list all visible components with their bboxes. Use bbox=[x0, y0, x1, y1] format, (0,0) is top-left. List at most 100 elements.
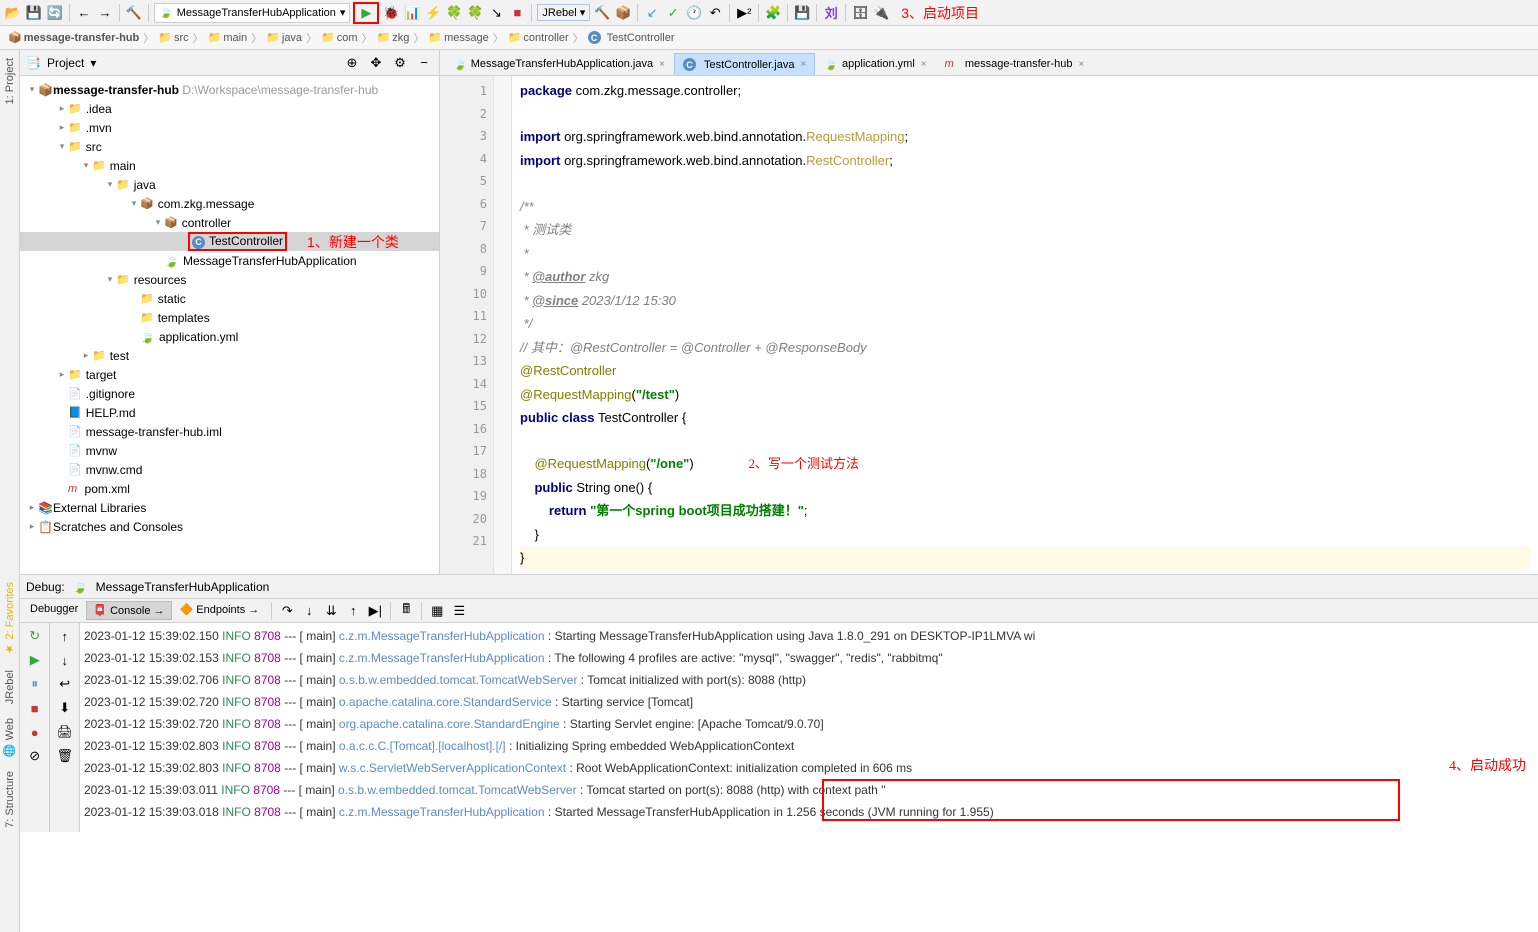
profile-icon[interactable]: ⚡ bbox=[424, 4, 442, 22]
tree-item[interactable]: 📄message-transfer-hub.iml bbox=[20, 422, 439, 441]
print-icon[interactable]: 🖨 bbox=[56, 723, 74, 741]
endpoints-tab[interactable]: 🔶 Endpoints → bbox=[174, 601, 266, 620]
attach-icon[interactable]: ↘ bbox=[487, 4, 505, 22]
settings-icon[interactable]: ☰ bbox=[450, 602, 468, 620]
forward-icon[interactable]: → bbox=[96, 4, 114, 22]
tab-app[interactable]: 🍃MessageTransferHubApplication.java× bbox=[444, 53, 674, 75]
tree-item-testcontroller[interactable]: CTestController1、新建一个类 bbox=[20, 232, 439, 251]
web-tool-label[interactable]: 🌐 Web bbox=[3, 718, 16, 757]
tree-item[interactable]: 📄mvnw.cmd bbox=[20, 460, 439, 479]
code-editor[interactable]: 123456789101112131415161718192021 packag… bbox=[440, 76, 1538, 574]
debug-icon[interactable]: 🐞 bbox=[382, 4, 400, 22]
breadcrumb-main[interactable]: 📁 main bbox=[208, 31, 248, 44]
breakpoints-icon[interactable]: ● bbox=[26, 723, 44, 741]
wrap-icon[interactable]: ↩ bbox=[56, 675, 74, 693]
run-config-selector[interactable]: 🍃MessageTransferHubApplication▾ bbox=[154, 3, 350, 23]
vcs-update-icon[interactable]: ↙ bbox=[643, 4, 661, 22]
jrebel-run-icon[interactable]: 🍀 bbox=[445, 4, 463, 22]
force-step-icon[interactable]: ⇊ bbox=[322, 602, 340, 620]
tree-item[interactable]: 📁templates bbox=[20, 308, 439, 327]
console-output[interactable]: 4、启动成功 2023-01-12 15:39:02.150 INFO 8708… bbox=[80, 623, 1538, 832]
step-over-icon[interactable]: ↷ bbox=[278, 602, 296, 620]
layout-icon[interactable]: ▦ bbox=[428, 602, 446, 620]
structure-tool-label[interactable]: 7: Structure bbox=[4, 771, 16, 828]
project-select-icon[interactable]: ✥ bbox=[367, 54, 385, 72]
breadcrumb-src[interactable]: 📁 src bbox=[158, 31, 188, 44]
step-out-icon[interactable]: ↑ bbox=[344, 602, 362, 620]
jrebel-selector[interactable]: JRebel ▾ bbox=[537, 4, 590, 21]
breadcrumb-class[interactable]: C TestController bbox=[588, 31, 675, 44]
tree-item[interactable]: ▾📁java bbox=[20, 175, 439, 194]
tree-item[interactable]: 📘HELP.md bbox=[20, 403, 439, 422]
clear-icon[interactable]: 🗑 bbox=[56, 747, 74, 765]
tree-item[interactable]: ▾📦controller bbox=[20, 213, 439, 232]
console-tab[interactable]: 📮 Console → bbox=[86, 601, 171, 620]
tree-item[interactable]: 📁static bbox=[20, 289, 439, 308]
project-settings-icon[interactable]: ⊕ bbox=[343, 54, 361, 72]
tree-item[interactable]: 📄mvnw bbox=[20, 441, 439, 460]
project-hide-icon[interactable]: − bbox=[415, 54, 433, 72]
tab-testcontroller[interactable]: CTestController.java× bbox=[674, 53, 815, 75]
breadcrumb-controller[interactable]: 📁 controller bbox=[508, 31, 569, 44]
close-icon[interactable]: × bbox=[1078, 59, 1084, 70]
close-icon[interactable]: × bbox=[921, 59, 927, 70]
close-icon[interactable]: × bbox=[659, 59, 665, 70]
tree-item[interactable]: ▸📁.idea bbox=[20, 99, 439, 118]
build-icon[interactable]: 🔨 bbox=[125, 4, 143, 22]
tree-item[interactable]: ▾📦com.zkg.message bbox=[20, 194, 439, 213]
mute-icon[interactable]: ⊘ bbox=[26, 747, 44, 765]
component-icon[interactable]: 🧩 bbox=[764, 4, 782, 22]
project-gear-icon[interactable]: ⚙ bbox=[391, 54, 409, 72]
run-button[interactable]: ▶ bbox=[353, 2, 379, 24]
tree-item[interactable]: ▾📁resources bbox=[20, 270, 439, 289]
pause-icon[interactable]: ⏸ bbox=[26, 675, 44, 693]
tab-yml[interactable]: 🍃application.yml× bbox=[815, 53, 935, 75]
tree-item[interactable]: ▸📚 External Libraries bbox=[20, 498, 439, 517]
resume-icon[interactable]: ▶ bbox=[26, 651, 44, 669]
db-icon[interactable]: 🗄 bbox=[851, 4, 869, 22]
debugger-tab[interactable]: Debugger bbox=[24, 601, 84, 620]
breadcrumb-message[interactable]: 📁 message bbox=[428, 31, 488, 44]
open-icon[interactable]: 📂 bbox=[4, 4, 22, 22]
tree-item[interactable]: 🍃application.yml bbox=[20, 327, 439, 346]
tree-item[interactable]: 🍃MessageTransferHubApplication bbox=[20, 251, 439, 270]
stop-icon[interactable]: ■ bbox=[508, 4, 526, 22]
up-icon[interactable]: ↑ bbox=[56, 627, 74, 645]
project-tool-label[interactable]: 1: Project bbox=[4, 58, 16, 104]
refresh-icon[interactable]: 🔄 bbox=[46, 4, 64, 22]
jrebel-logo-icon[interactable]: 刘 bbox=[822, 4, 840, 22]
plugin-icon[interactable]: 🔌 bbox=[872, 4, 890, 22]
vcs-history-icon[interactable]: 🕐 bbox=[685, 4, 703, 22]
vcs-commit-icon[interactable]: ✓ bbox=[664, 4, 682, 22]
debug-config-name[interactable]: MessageTransferHubApplication bbox=[96, 580, 270, 594]
tree-item[interactable]: ▸📁test bbox=[20, 346, 439, 365]
jrebel-tool-label[interactable]: JRebel bbox=[4, 670, 16, 704]
scroll-icon[interactable]: ⬇ bbox=[56, 699, 74, 717]
breadcrumb-root[interactable]: 📦 message-transfer-hub bbox=[8, 31, 139, 44]
coverage-icon[interactable]: 📊 bbox=[403, 4, 421, 22]
tree-item[interactable]: ▾📁src bbox=[20, 137, 439, 156]
breadcrumb-com[interactable]: 📁 com bbox=[321, 31, 357, 44]
favorites-tool-label[interactable]: ★ 2: Favorites bbox=[3, 582, 16, 656]
run-cursor-icon[interactable]: ▶| bbox=[366, 602, 384, 620]
evaluate-icon[interactable]: 🖩 bbox=[397, 602, 415, 620]
tree-item[interactable]: ▸📁.mvn bbox=[20, 118, 439, 137]
tree-item[interactable]: ▸📁target bbox=[20, 365, 439, 384]
save-icon[interactable]: 💾 bbox=[25, 4, 43, 22]
tree-item[interactable]: ▸📋 Scratches and Consoles bbox=[20, 517, 439, 536]
tree-item[interactable]: m pom.xml bbox=[20, 479, 439, 498]
code-content[interactable]: package com.zkg.message.controller; impo… bbox=[512, 76, 1538, 574]
tree-item[interactable]: ▾📁main bbox=[20, 156, 439, 175]
run-anything-icon[interactable]: ▶² bbox=[735, 4, 753, 22]
down-icon[interactable]: ↓ bbox=[56, 651, 74, 669]
tree-item[interactable]: 📄.gitignore bbox=[20, 384, 439, 403]
step-into-icon[interactable]: ↓ bbox=[300, 602, 318, 620]
jrebel-debug-icon[interactable]: 🍀 bbox=[466, 4, 484, 22]
breadcrumb-zkg[interactable]: 📁 zkg bbox=[377, 31, 410, 44]
close-icon[interactable]: × bbox=[800, 59, 806, 70]
back-icon[interactable]: ← bbox=[75, 4, 93, 22]
stop-icon[interactable]: ■ bbox=[26, 699, 44, 717]
breadcrumb-java[interactable]: 📁 java bbox=[266, 31, 302, 44]
jrebel-app-icon[interactable]: 📦 bbox=[614, 4, 632, 22]
mem-icon[interactable]: 💾 bbox=[793, 4, 811, 22]
